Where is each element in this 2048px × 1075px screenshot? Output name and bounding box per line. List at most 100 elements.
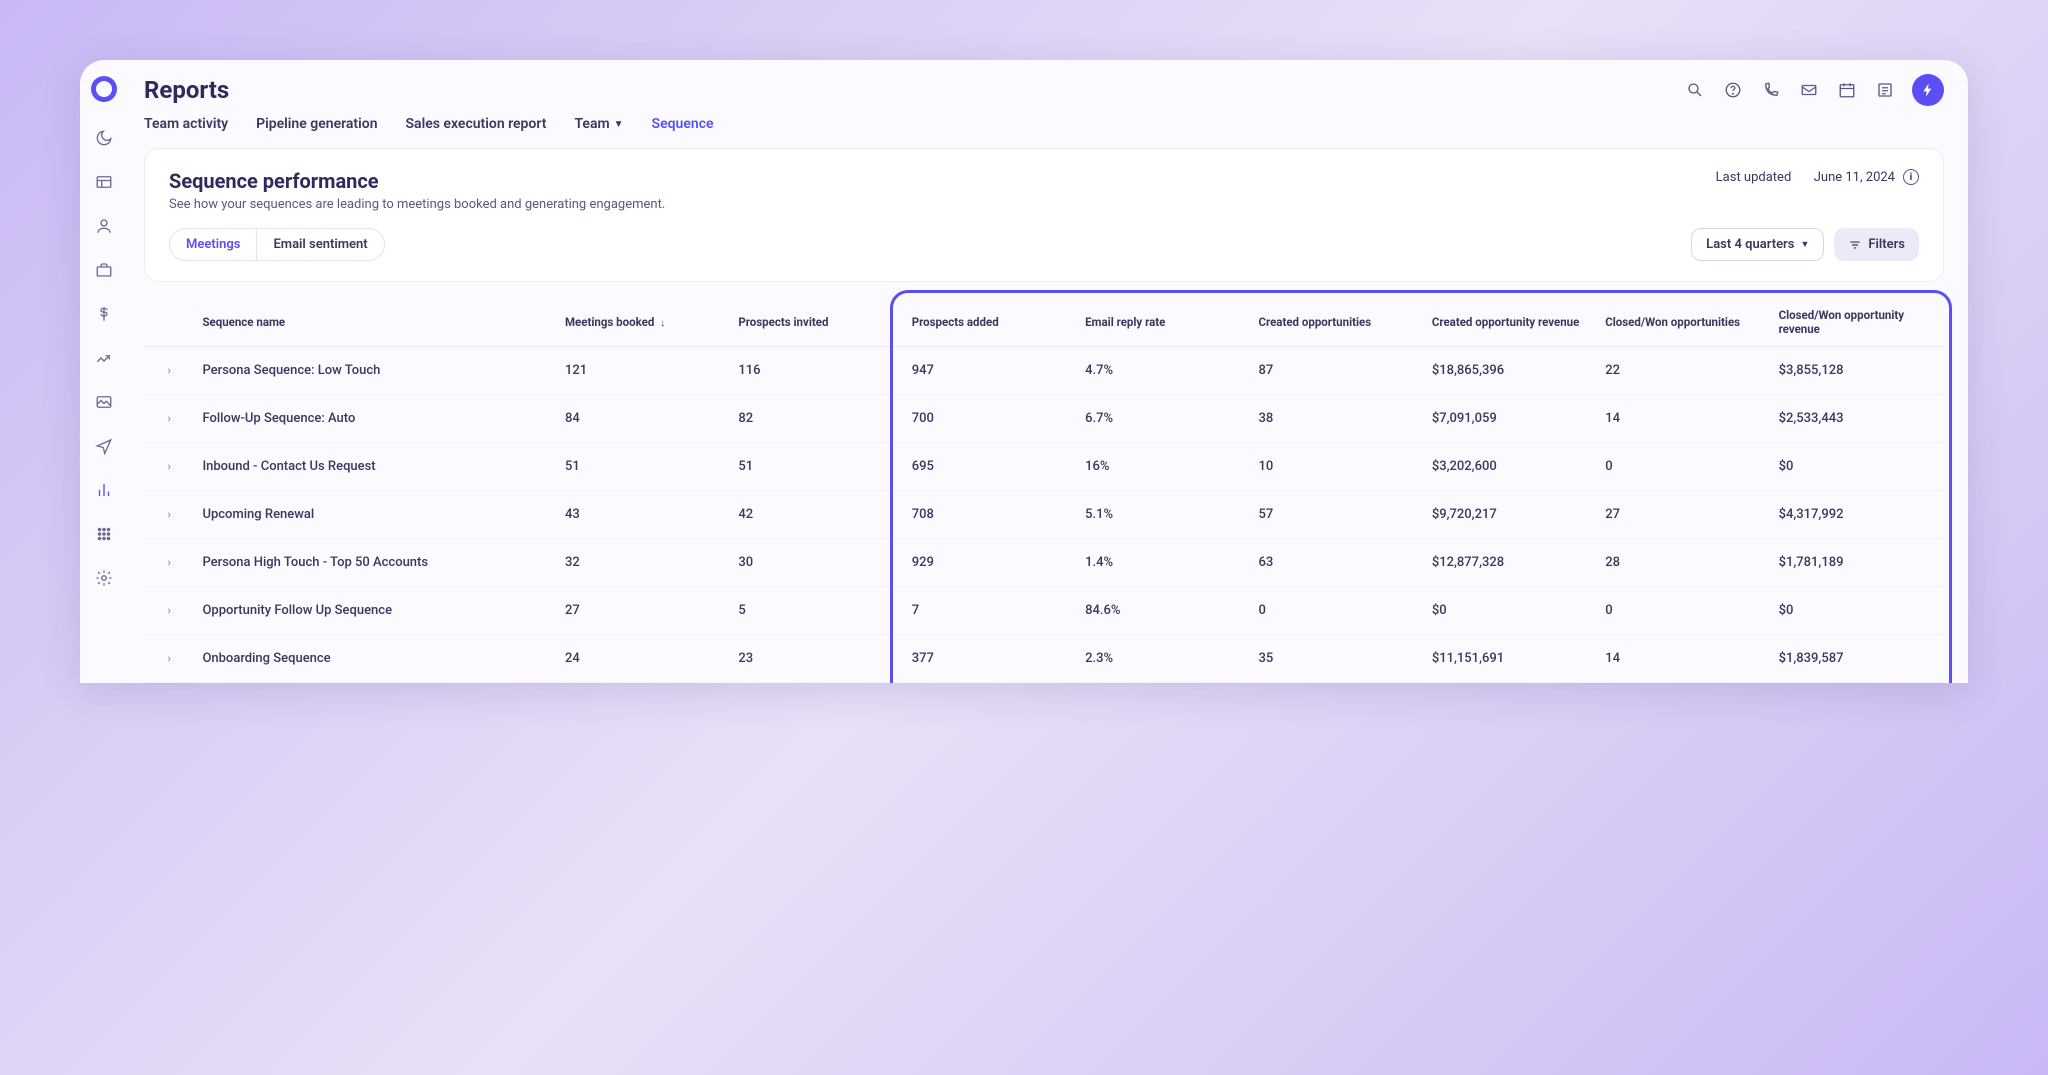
search-icon[interactable] [1684,79,1706,101]
table-row: ›Persona High Touch - Top 50 Accounts323… [144,539,1944,587]
cell-won-rev: $4,317,992 [1771,491,1944,539]
table-row: ›Opportunity Follow Up Sequence275784.6%… [144,587,1944,635]
topbar: Reports [144,74,1944,106]
tab-team[interactable]: Team ▼ [574,116,623,132]
expand-icon[interactable]: › [144,491,194,539]
card-subtitle: See how your sequences are leading to me… [169,197,665,212]
seg-meetings[interactable]: Meetings [170,229,257,260]
chevron-down-icon: ▼ [614,119,624,130]
cell-created-opp: 57 [1250,491,1423,539]
table-row: ›Persona Sequence: Low Touch1211169474.7… [144,347,1944,395]
col-prospects-added[interactable]: Prospects added [904,298,1077,347]
tabs: Team activity Pipeline generation Sales … [144,116,1944,132]
layout-icon[interactable] [92,170,116,194]
cell-added: 700 [904,395,1077,443]
phone-icon[interactable] [1760,79,1782,101]
col-created-opportunities[interactable]: Created opportunities [1250,298,1423,347]
performance-card: Sequence performance See how your sequen… [144,148,1944,282]
moon-icon[interactable] [92,126,116,150]
tab-team-activity[interactable]: Team activity [144,116,228,132]
cell-meetings: 84 [557,395,730,443]
col-created-opportunity-revenue[interactable]: Created opportunity revenue [1424,298,1597,347]
seg-email-sentiment[interactable]: Email sentiment [257,229,383,260]
expand-icon[interactable]: › [144,443,194,491]
cell-invited: 30 [730,539,903,587]
calendar-icon[interactable] [1836,79,1858,101]
person-icon[interactable] [92,214,116,238]
briefcase-icon[interactable] [92,258,116,282]
tab-pipeline-generation[interactable]: Pipeline generation [256,116,377,132]
col-prospects-invited[interactable]: Prospects invited [730,298,903,347]
filter-icon [1848,238,1862,252]
app-window: Reports Team activity Pipeline generatio… [80,60,1968,683]
help-icon[interactable] [1722,79,1744,101]
cell-created-opp: 63 [1250,539,1423,587]
expand-icon[interactable]: › [144,587,194,635]
cell-won-opp: 27 [1597,491,1770,539]
expand-icon[interactable]: › [144,635,194,683]
cell-created-opp: 38 [1250,395,1423,443]
cell-created-rev: $3,202,600 [1424,443,1597,491]
cell-invited: 23 [730,635,903,683]
col-closed-won-opportunities[interactable]: Closed/Won opportunities [1597,298,1770,347]
cell-name: Persona High Touch - Top 50 Accounts [194,539,557,587]
expand-icon[interactable]: › [144,539,194,587]
gear-icon[interactable] [92,566,116,590]
image-icon[interactable] [92,390,116,414]
cell-created-opp: 87 [1250,347,1423,395]
cell-invited: 51 [730,443,903,491]
cell-meetings: 27 [557,587,730,635]
app-logo[interactable] [91,76,117,102]
cell-won-opp: 22 [1597,347,1770,395]
table-row: ›Follow-Up Sequence: Auto84827006.7%38$7… [144,395,1944,443]
cell-won-rev: $1,839,587 [1771,635,1944,683]
cell-created-rev: $0 [1424,587,1597,635]
cell-won-opp: 0 [1597,587,1770,635]
cell-name: Opportunity Follow Up Sequence [194,587,557,635]
page-title: Reports [144,76,229,104]
info-icon[interactable]: i [1903,169,1919,185]
col-sequence-name[interactable]: Sequence name [194,298,557,347]
cell-created-rev: $18,865,396 [1424,347,1597,395]
cell-meetings: 51 [557,443,730,491]
cell-created-rev: $11,151,691 [1424,635,1597,683]
cell-created-opp: 10 [1250,443,1423,491]
cell-won-rev: $0 [1771,587,1944,635]
table-row: ›Upcoming Renewal43427085.1%57$9,720,217… [144,491,1944,539]
expand-icon[interactable]: › [144,395,194,443]
cell-added: 377 [904,635,1077,683]
note-icon[interactable] [1874,79,1896,101]
date-range-button[interactable]: Last 4 quarters ▼ [1691,228,1824,261]
col-closed-won-opportunity-revenue[interactable]: Closed/Won opportunity revenue [1771,298,1944,347]
grid-icon[interactable] [92,522,116,546]
cell-created-rev: $9,720,217 [1424,491,1597,539]
cell-won-rev: $2,533,443 [1771,395,1944,443]
cell-name: Inbound - Contact Us Request [194,443,557,491]
mail-icon[interactable] [1798,79,1820,101]
cell-created-opp: 0 [1250,587,1423,635]
trend-icon[interactable] [92,346,116,370]
expand-icon[interactable]: › [144,347,194,395]
cell-name: Persona Sequence: Low Touch [194,347,557,395]
cell-reply: 2.3% [1077,635,1250,683]
table-container: Sequence name Meetings booked ↓ Prospect… [144,298,1944,683]
sort-down-icon: ↓ [660,318,665,329]
cell-meetings: 121 [557,347,730,395]
tab-sequence[interactable]: Sequence [652,116,714,132]
col-email-reply-rate[interactable]: Email reply rate [1077,298,1250,347]
bolt-button[interactable] [1912,74,1944,106]
send-icon[interactable] [92,434,116,458]
cell-created-rev: $12,877,328 [1424,539,1597,587]
bar-chart-icon[interactable] [92,478,116,502]
sequence-table: Sequence name Meetings booked ↓ Prospect… [144,298,1944,683]
cell-reply: 16% [1077,443,1250,491]
filters-button[interactable]: Filters [1834,228,1919,261]
col-meetings-booked[interactable]: Meetings booked ↓ [557,298,730,347]
last-updated: Last updated June 11, 2024 i [1716,169,1919,185]
cell-reply: 6.7% [1077,395,1250,443]
cell-won-opp: 14 [1597,395,1770,443]
cell-name: Upcoming Renewal [194,491,557,539]
dollar-icon[interactable] [92,302,116,326]
cell-won-rev: $3,855,128 [1771,347,1944,395]
tab-sales-execution[interactable]: Sales execution report [406,116,547,132]
